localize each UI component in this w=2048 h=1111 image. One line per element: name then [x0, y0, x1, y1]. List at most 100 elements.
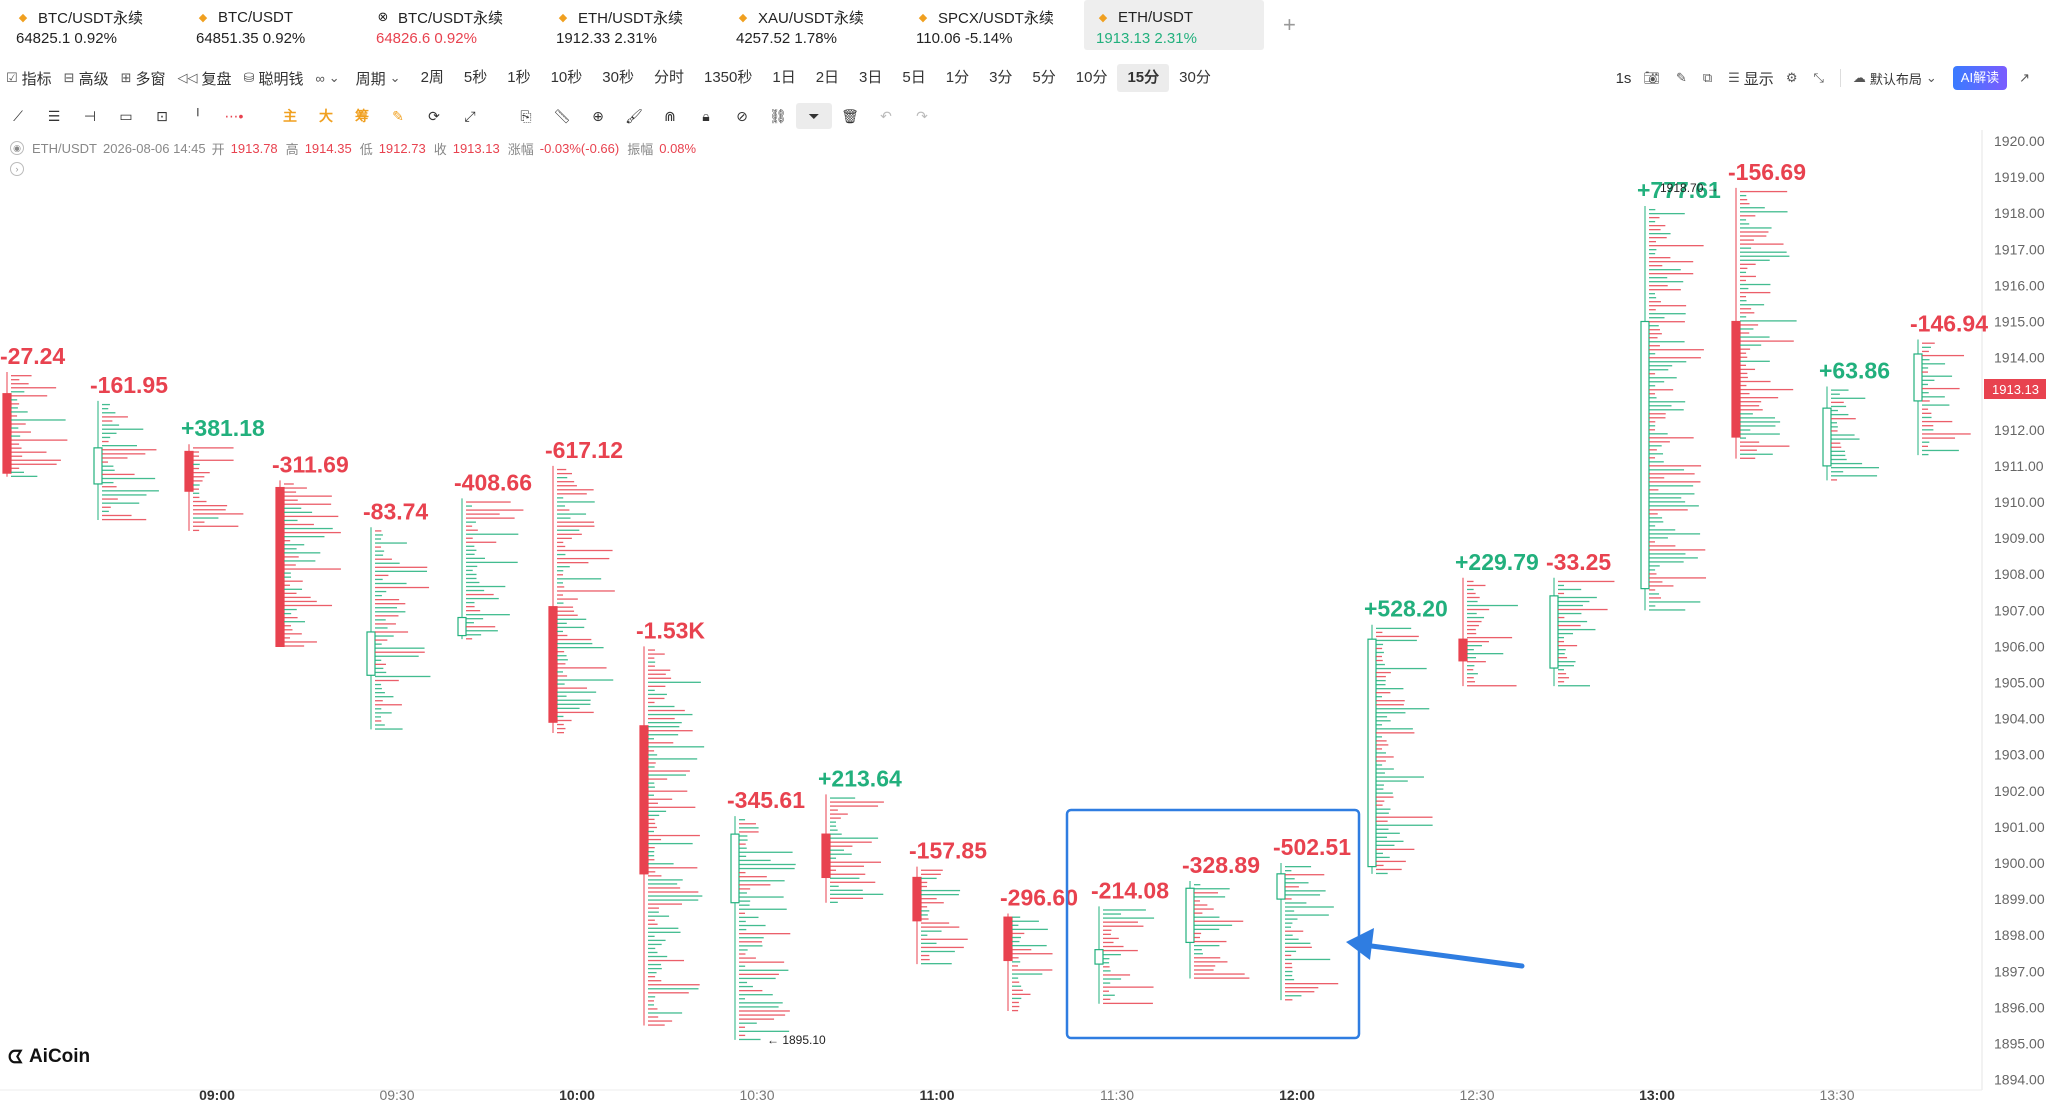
candle-body[interactable]	[1913, 353, 1923, 402]
period-option[interactable]: 1350秒	[694, 64, 762, 92]
period-option[interactable]: 3日	[849, 64, 892, 92]
footprint-bar	[557, 489, 594, 491]
candle-body[interactable]	[1367, 638, 1377, 868]
footprint-bar	[466, 557, 486, 560]
candle-body[interactable]	[1185, 887, 1195, 944]
candle-body[interactable]	[184, 450, 194, 492]
cycle-dropdown[interactable]: 周期 ⌄	[350, 64, 411, 92]
measure-tool[interactable]: ⤢	[452, 103, 488, 129]
chip-tool[interactable]: 筹	[344, 103, 380, 129]
parallel-lines-tool[interactable]: ☰	[36, 103, 72, 129]
ruler-tool[interactable]: 📏︎	[544, 103, 580, 129]
footprint-bar	[1376, 784, 1384, 786]
period-option[interactable]: 2日	[806, 64, 849, 92]
lock-tool[interactable]: 🔒︎	[688, 103, 724, 129]
main-force-tool[interactable]: 主	[272, 103, 308, 129]
link-tool[interactable]: ⛓	[760, 103, 796, 129]
display-button[interactable]: ☰ 显示	[1722, 64, 1780, 92]
undo-tool[interactable]: ↶	[868, 103, 904, 129]
share-button[interactable]: ↗	[2013, 64, 2040, 92]
footprint-bar	[648, 859, 655, 861]
ticker-tab[interactable]: ◆ SPCX/USDT永续 110.06 -5.14%	[904, 0, 1084, 50]
delete-tool[interactable]: 🗑︎	[832, 103, 868, 129]
candle-body[interactable]	[548, 606, 558, 723]
path-tool[interactable]: ⋯•	[216, 103, 252, 129]
ticker-tab[interactable]: ⊗ BTC/USDT永续 64826.6 0.92%	[364, 0, 544, 50]
candle-body[interactable]	[457, 616, 467, 637]
period-option[interactable]: 5日	[892, 64, 935, 92]
multi-window-button[interactable]: ⊞ 多窗	[115, 64, 172, 92]
add-tab-icon[interactable]: +	[1283, 12, 1296, 38]
candle-body[interactable]	[275, 486, 285, 647]
fullscreen-button[interactable]: ⤡	[1807, 64, 1833, 92]
ticker-tab[interactable]: ◆ BTC/USDT永续 64825.1 0.92%	[4, 0, 184, 50]
candle-body[interactable]	[93, 447, 103, 485]
candle-body[interactable]	[2, 393, 12, 474]
zoom-tool[interactable]: ⊕	[580, 103, 616, 129]
big-order-tool[interactable]: 大	[308, 103, 344, 129]
brush-tool[interactable]: 🖌︎	[616, 103, 652, 129]
collapse-icon[interactable]: ›	[10, 162, 24, 176]
rectangle-tool[interactable]: ▭	[108, 103, 144, 129]
indicators-button[interactable]: ☑ 指标	[0, 64, 58, 92]
ticker-tab[interactable]: ◆ XAU/USDT永续 4257.52 1.78%	[724, 0, 904, 50]
period-option[interactable]: 1日	[762, 64, 805, 92]
layout-dropdown[interactable]: ☁ 默认布局 ⌄	[1847, 64, 1947, 92]
candle-body[interactable]	[1731, 320, 1741, 438]
filter-tool[interactable]: ⏷	[796, 103, 832, 129]
candle-body[interactable]	[1003, 916, 1013, 962]
candle-body[interactable]	[366, 631, 376, 676]
ticker-tab[interactable]: ◆ BTC/USDT 64851.35 0.92%	[184, 0, 364, 50]
horizontal-line-tool[interactable]: ⊣	[72, 103, 108, 129]
sync-tool[interactable]: ⟳	[416, 103, 452, 129]
candle-body[interactable]	[730, 833, 740, 904]
period-option[interactable]: 10秒	[541, 64, 593, 92]
hide-tool[interactable]: ⊘	[724, 103, 760, 129]
copy-tool[interactable]: ⎘	[508, 103, 544, 129]
infinity-dropdown[interactable]: ∞ ⌄	[309, 64, 349, 92]
period-option[interactable]: 分时	[644, 64, 694, 92]
period-option[interactable]: 30分	[1169, 64, 1221, 92]
ticker-tab[interactable]: ◆ ETH/USDT 1913.13 2.31%	[1084, 0, 1264, 50]
interval-button[interactable]: 1s	[1610, 64, 1638, 92]
candle-body[interactable]	[1822, 407, 1832, 467]
draw-button[interactable]: ✎	[1670, 64, 1697, 92]
ticker-tab[interactable]: ◆ ETH/USDT永续 1912.33 2.31%	[544, 0, 724, 50]
price-tick-label: 1914.00	[1994, 350, 2045, 366]
footprint-chart[interactable]: 1920.00 1919.00 1918.00 1917.00 1916.00 1915.…	[0, 130, 2048, 1111]
period-option[interactable]: 15分	[1117, 64, 1170, 92]
ai-analysis-button[interactable]: AI解读	[1947, 64, 2013, 92]
candle-body[interactable]	[639, 725, 649, 875]
period-option[interactable]: 1秒	[497, 64, 540, 92]
period-option[interactable]: 3分	[979, 64, 1022, 92]
candle-body[interactable]	[912, 876, 922, 922]
vertical-line-tool[interactable]: ╵	[180, 103, 216, 129]
period-option[interactable]: 5分	[1022, 64, 1065, 92]
candle-body[interactable]	[1549, 595, 1559, 669]
fib-tool[interactable]: ⊡	[144, 103, 180, 129]
period-option[interactable]: 10分	[1066, 64, 1118, 92]
candle-body[interactable]	[1094, 949, 1104, 965]
settings-button[interactable]: ⚙	[1780, 64, 1808, 92]
magnet-tool[interactable]: ⋒	[652, 103, 688, 129]
candle-body[interactable]	[821, 833, 831, 879]
period-option[interactable]: 1分	[936, 64, 979, 92]
screenshot-button[interactable]: 📷︎	[1637, 64, 1670, 92]
smart-money-button[interactable]: ⛁ 聪明钱	[238, 64, 310, 92]
period-option[interactable]: 5秒	[454, 64, 497, 92]
redo-tool[interactable]: ↷	[904, 103, 940, 129]
edit-tool[interactable]: ✎	[380, 103, 416, 129]
footprint-bar	[648, 717, 675, 720]
candle-body[interactable]	[1276, 873, 1286, 900]
trendline-tool[interactable]: ⟋	[0, 103, 36, 129]
period-option[interactable]: 30秒	[592, 64, 644, 92]
low-price-marker: ← 1895.10	[767, 1033, 826, 1047]
footprint-bar	[648, 790, 688, 792]
eye-icon[interactable]: ◉	[10, 141, 24, 155]
advanced-button[interactable]: ⊟ 高级	[58, 64, 115, 92]
candle-body[interactable]	[1458, 638, 1468, 662]
period-option[interactable]: 2周	[411, 64, 454, 92]
popout-button[interactable]: ⧉	[1697, 64, 1722, 92]
replay-button[interactable]: ◁◁ 复盘	[172, 64, 238, 92]
candle-body[interactable]	[1640, 320, 1650, 590]
